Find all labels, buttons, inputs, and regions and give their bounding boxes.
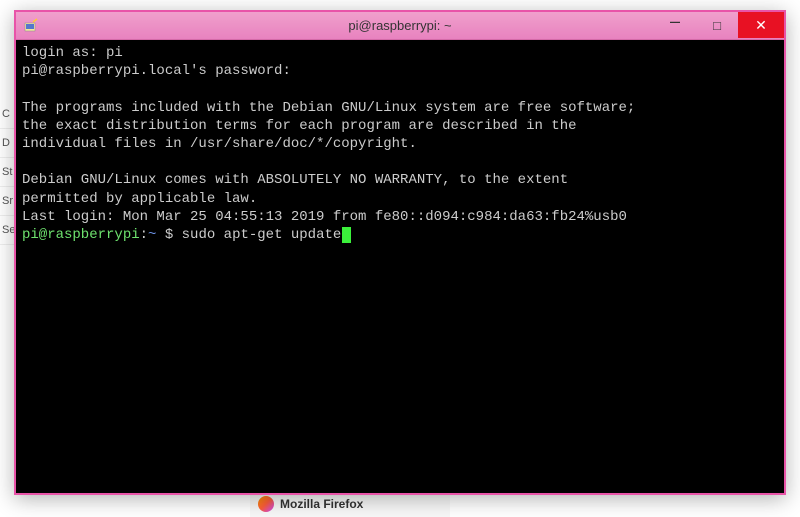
terminal-line: The programs included with the Debian GN… (22, 99, 778, 117)
prompt-sep: : (140, 227, 148, 243)
window-controls: – □ ✕ (654, 12, 784, 39)
terminal-line: pi@raspberrypi.local's password: (22, 62, 778, 80)
prompt-user: pi@raspberrypi (22, 227, 140, 243)
terminal-line: individual files in /usr/share/doc/*/cop… (22, 135, 778, 153)
taskbar-label: Mozilla Firefox (280, 497, 363, 511)
background-sidebar: C D St Sr Se (0, 0, 14, 517)
close-button[interactable]: ✕ (738, 12, 784, 38)
terminal-prompt-line: pi@raspberrypi:~ $ sudo apt-get update (22, 226, 778, 244)
terminal-line (22, 153, 778, 171)
terminal-body[interactable]: login as: pipi@raspberrypi.local's passw… (16, 40, 784, 493)
terminal-line: Debian GNU/Linux comes with ABSOLUTELY N… (22, 171, 778, 189)
cursor (342, 227, 351, 243)
titlebar[interactable]: pi@raspberrypi: ~ – □ ✕ (16, 12, 784, 40)
terminal-line: Last login: Mon Mar 25 04:55:13 2019 fro… (22, 208, 778, 226)
minimize-button[interactable]: – (654, 12, 696, 38)
terminal-line (22, 80, 778, 98)
putty-icon (22, 17, 40, 35)
terminal-window: pi@raspberrypi: ~ – □ ✕ login as: pipi@r… (14, 10, 786, 495)
maximize-button[interactable]: □ (696, 12, 738, 38)
command-text: sudo apt-get update (182, 227, 342, 243)
terminal-line: login as: pi (22, 44, 778, 62)
firefox-icon (258, 496, 274, 512)
terminal-line: the exact distribution terms for each pr… (22, 117, 778, 135)
terminal-line: permitted by applicable law. (22, 190, 778, 208)
prompt-dollar: $ (156, 227, 181, 243)
